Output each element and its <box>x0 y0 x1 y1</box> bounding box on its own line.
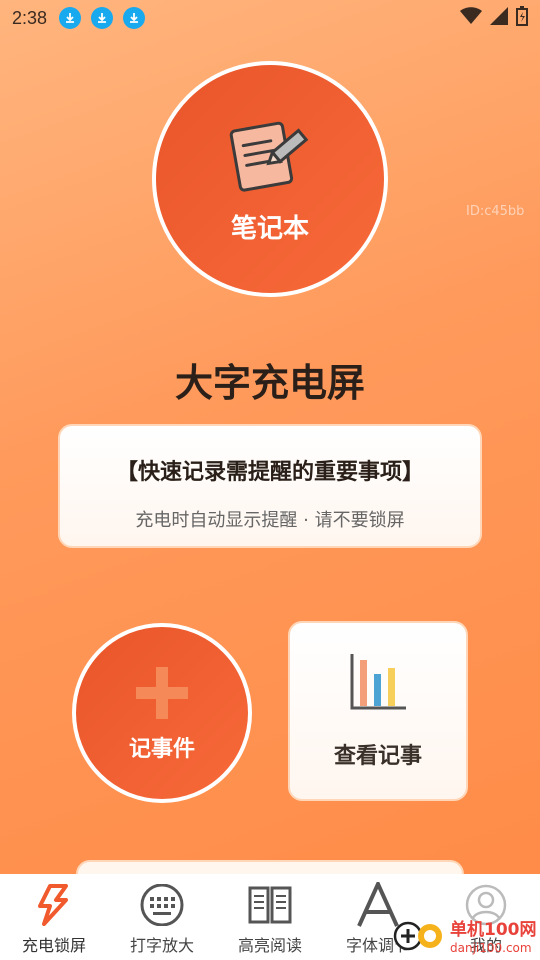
watermark-cn: 单机100网 <box>450 920 537 940</box>
add-event-label: 记事件 <box>128 737 195 762</box>
lightning-icon <box>36 882 72 928</box>
watermark-en: danji100.com <box>450 941 532 955</box>
view-notes-label: 查看记事 <box>333 744 422 769</box>
notebook-label: 笔记本 <box>230 213 309 244</box>
download-icon <box>91 7 114 29</box>
wifi-icon <box>460 7 482 29</box>
watermark-text: 单机100网 danji100.com <box>450 920 537 955</box>
tab-highlight-reading[interactable]: 高亮阅读 <box>216 874 324 960</box>
tab-charge-lock[interactable]: 充电锁屏 <box>0 874 108 960</box>
status-right <box>460 6 528 30</box>
status-bar: 2:38 <box>0 0 540 36</box>
download-icon <box>59 7 82 29</box>
tab-label: 打字放大 <box>129 936 194 955</box>
download-icon <box>123 7 146 29</box>
status-time: 2:38 <box>12 7 48 28</box>
info-subtitle: 充电时自动显示提醒 · 请不要锁屏 <box>135 510 405 531</box>
tab-label: 高亮阅读 <box>237 936 302 955</box>
watermark-id: ID:c45bb <box>466 204 525 219</box>
plus-icon <box>132 663 192 727</box>
view-notes-button[interactable]: 查看记事 <box>288 621 468 801</box>
info-card: 【快速记录需提醒的重要事项】 充电时自动显示提醒 · 请不要锁屏 <box>58 424 482 548</box>
add-event-button[interactable]: 记事件 <box>72 623 252 803</box>
watermark-badge-icon <box>392 918 446 958</box>
tab-label: 充电锁屏 <box>21 936 86 955</box>
tab-typing-zoom[interactable]: 打字放大 <box>108 874 216 960</box>
info-headline: 【快速记录需提醒的重要事项】 <box>115 460 424 485</box>
notepad-pencil-icon <box>225 114 315 198</box>
signal-icon <box>490 7 508 29</box>
battery-charging-icon <box>516 6 528 30</box>
page-title: 大字充电屏 <box>174 361 365 405</box>
bar-chart-icon <box>348 652 408 716</box>
keyboard-icon <box>139 882 185 928</box>
book-icon <box>247 882 293 928</box>
watermark-logo: 单机100网 danji100.com <box>392 916 540 960</box>
notebook-button[interactable]: 笔记本 <box>152 61 388 297</box>
